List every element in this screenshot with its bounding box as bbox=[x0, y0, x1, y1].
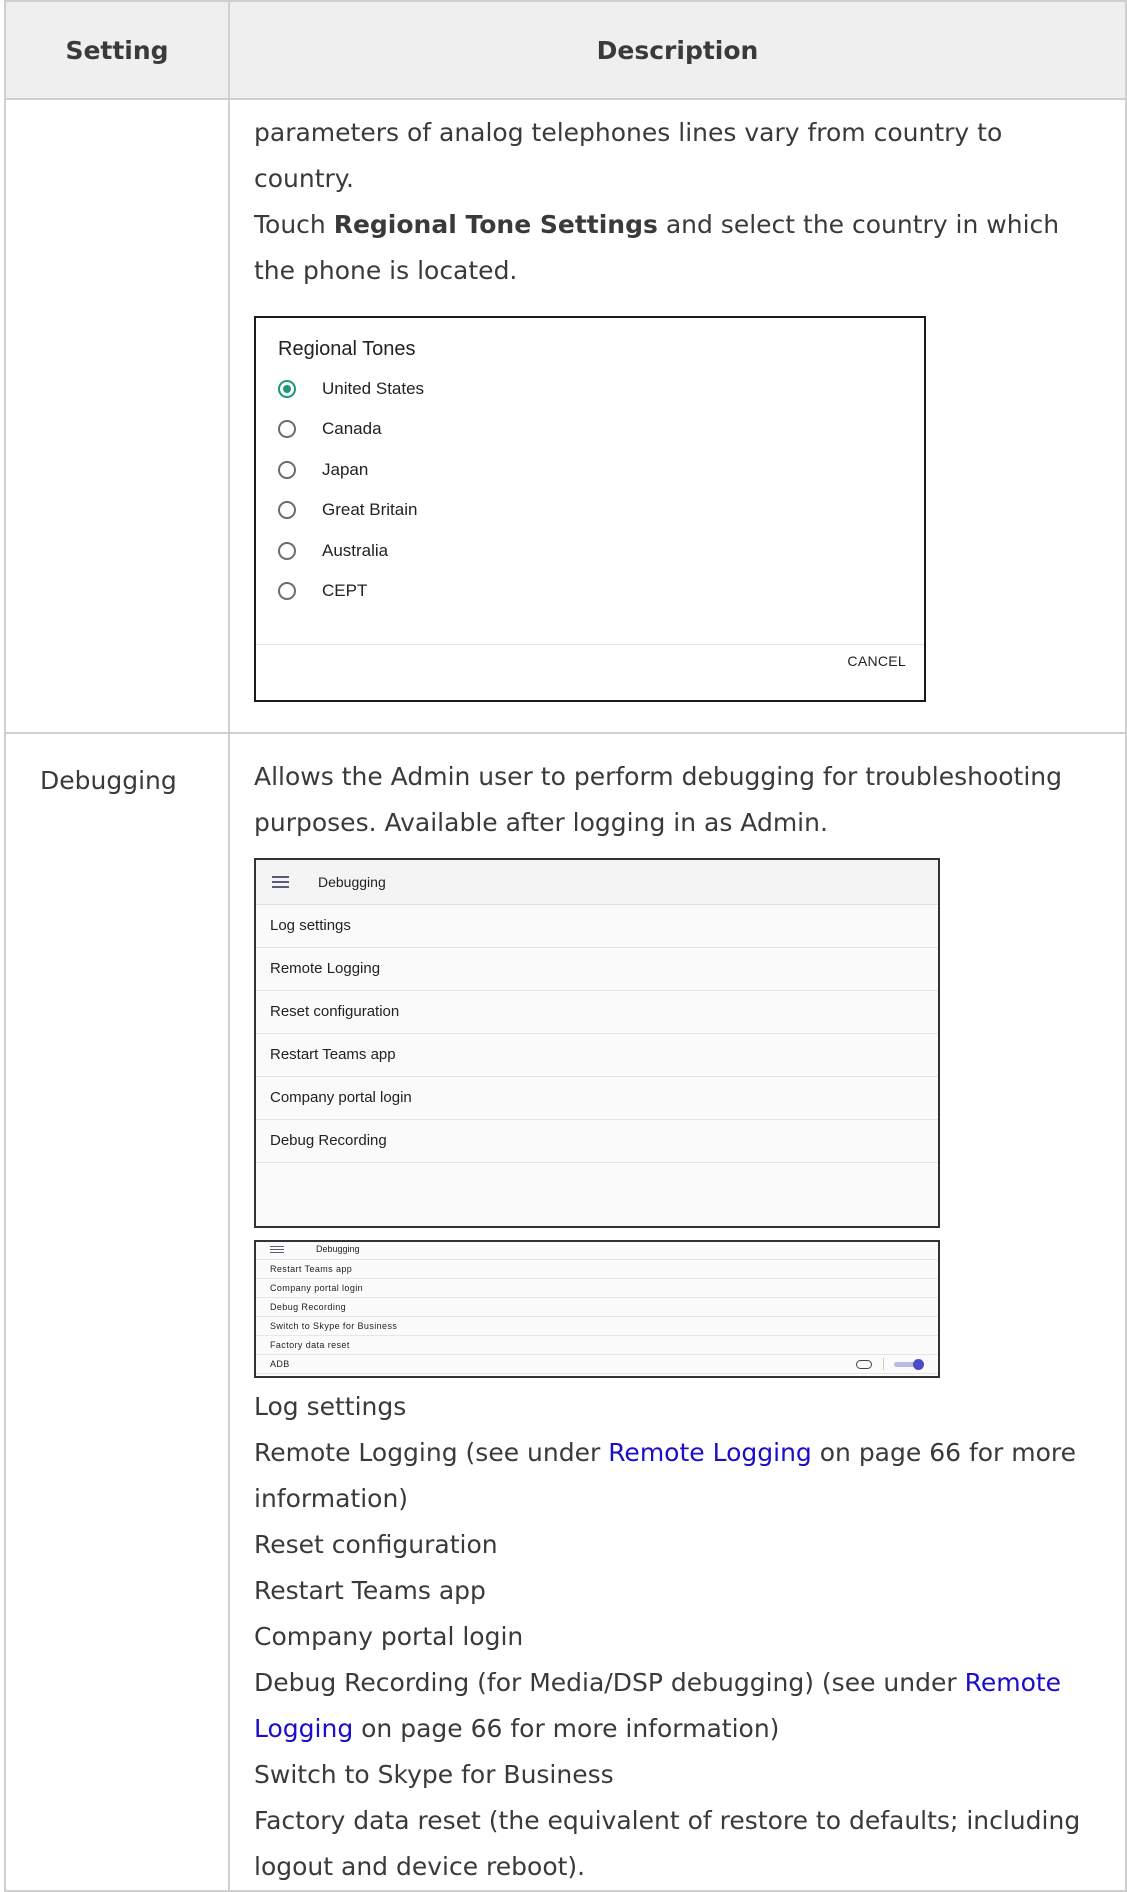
column-header-description: Description bbox=[228, 0, 1127, 100]
menu-item[interactable]: Factory data reset bbox=[256, 1336, 938, 1355]
radio-empty-icon[interactable] bbox=[278, 420, 296, 438]
table-row: Debugging Allows the Admin user to perfo… bbox=[4, 732, 1127, 1892]
cancel-button[interactable]: CANCEL bbox=[847, 638, 906, 684]
bold-term: Regional Tone Settings bbox=[333, 210, 658, 239]
regional-tones-dialog: Regional Tones United States Canada Japa… bbox=[254, 316, 926, 702]
setting-cell: Debugging bbox=[4, 732, 230, 1892]
text: Touch bbox=[254, 210, 334, 239]
adb-row[interactable]: ADB bbox=[256, 1355, 938, 1374]
list-item: Reset configuration bbox=[254, 1530, 498, 1559]
text: on page 66 for more information) bbox=[353, 1714, 780, 1743]
paragraph: Touch Regional Tone Settings and select … bbox=[254, 202, 1105, 294]
list-item: Company portal login bbox=[254, 1622, 524, 1651]
list-item: Restart Teams app bbox=[254, 1576, 486, 1605]
list-item: Remote Logging (see under Remote Logging… bbox=[254, 1430, 1105, 1522]
radio-empty-icon[interactable] bbox=[278, 501, 296, 519]
hamburger-menu-icon[interactable] bbox=[270, 1246, 284, 1253]
adb-toggle-switch[interactable] bbox=[894, 1359, 924, 1370]
radio-empty-icon[interactable] bbox=[278, 542, 296, 560]
menu-item[interactable]: Company portal login bbox=[256, 1077, 938, 1120]
remote-logging-link[interactable]: Remote Logging bbox=[608, 1438, 812, 1467]
app-header: Debugging bbox=[256, 1242, 938, 1260]
debugging-screenshot-2: Debugging Restart Teams app Company port… bbox=[254, 1240, 940, 1378]
dialog-title: Regional Tones bbox=[278, 338, 416, 360]
table-row: parameters of analog telephones lines va… bbox=[4, 98, 1127, 734]
menu-item[interactable]: Debug Recording bbox=[256, 1298, 938, 1317]
radio-option[interactable]: Great Britain bbox=[278, 495, 417, 525]
screen-title: Debugging bbox=[318, 874, 386, 890]
setting-cell bbox=[4, 98, 230, 734]
radio-selected-icon[interactable] bbox=[278, 380, 296, 398]
text: Remote Logging (see under bbox=[254, 1438, 609, 1467]
description-cell: parameters of analog telephones lines va… bbox=[228, 98, 1127, 734]
menu-item[interactable]: Company portal login bbox=[256, 1279, 938, 1298]
column-header-setting: Setting bbox=[4, 0, 230, 100]
radio-label: Great Britain bbox=[322, 500, 418, 519]
menu-item[interactable]: Restart Teams app bbox=[256, 1260, 938, 1279]
radio-label: Australia bbox=[322, 541, 389, 560]
divider bbox=[256, 644, 924, 645]
list-item: Switch to Skype for Business bbox=[254, 1760, 614, 1789]
radio-empty-icon[interactable] bbox=[278, 461, 296, 479]
description-cell: Allows the Admin user to perform debuggi… bbox=[228, 732, 1127, 1892]
menu-item[interactable]: Debug Recording bbox=[256, 1120, 938, 1163]
menu-item[interactable]: Log settings bbox=[256, 905, 938, 948]
list-item: Debug Recording (for Media/DSP debugging… bbox=[254, 1660, 1105, 1752]
toggle-off-icon[interactable] bbox=[856, 1360, 872, 1369]
menu-item[interactable]: Restart Teams app bbox=[256, 1034, 938, 1077]
menu-item-label: ADB bbox=[270, 1359, 290, 1369]
settings-table: Setting Description parameters of analog… bbox=[4, 0, 1127, 1892]
radio-option[interactable]: Canada bbox=[278, 414, 382, 444]
debugging-screenshot-1: Debugging Log settings Remote Logging Re… bbox=[254, 858, 940, 1228]
debugging-options-list: Log settings Remote Logging (see under R… bbox=[254, 1384, 1105, 1890]
divider bbox=[883, 1358, 884, 1370]
document-page: Setting Description parameters of analog… bbox=[0, 0, 1127, 1892]
radio-option[interactable]: Japan bbox=[278, 455, 368, 485]
paragraph: Allows the Admin user to perform debuggi… bbox=[254, 762, 1063, 837]
radio-label: United States bbox=[322, 379, 425, 398]
screen-title: Debugging bbox=[316, 1244, 360, 1254]
list-item: Log settings bbox=[254, 1392, 407, 1421]
radio-empty-icon[interactable] bbox=[278, 582, 296, 600]
menu-item[interactable]: Switch to Skype for Business bbox=[256, 1317, 938, 1336]
radio-option[interactable]: Australia bbox=[278, 536, 388, 566]
list-item: Factory data reset (the equivalent of re… bbox=[254, 1806, 1081, 1881]
radio-option[interactable]: United States bbox=[278, 374, 424, 404]
app-header: Debugging bbox=[256, 860, 938, 905]
radio-label: Japan bbox=[322, 460, 369, 479]
paragraph: parameters of analog telephones lines va… bbox=[254, 118, 1003, 193]
menu-item[interactable]: Reset configuration bbox=[256, 991, 938, 1034]
radio-label: CEPT bbox=[322, 581, 368, 600]
hamburger-menu-icon[interactable] bbox=[272, 876, 289, 888]
radio-label: Canada bbox=[322, 419, 382, 438]
text: Debug Recording (for Media/DSP debugging… bbox=[254, 1668, 965, 1697]
table-header-row: Setting Description bbox=[4, 0, 1127, 100]
radio-option[interactable]: CEPT bbox=[278, 576, 367, 606]
menu-item[interactable]: Remote Logging bbox=[256, 948, 938, 991]
